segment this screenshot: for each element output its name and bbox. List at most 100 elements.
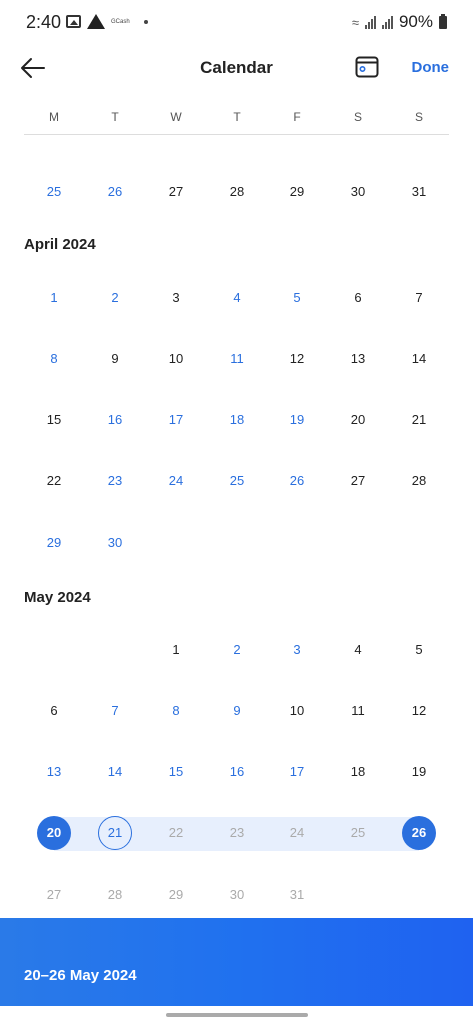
calendar-day[interactable]: 5 — [402, 632, 436, 666]
calendar-day[interactable]: 21 — [98, 815, 132, 850]
calendar-day[interactable]: 22 — [159, 816, 193, 850]
calendar-day[interactable]: 17 — [159, 403, 193, 437]
calendar-day[interactable]: 1 — [159, 632, 193, 666]
calendar-day[interactable]: 24 — [280, 816, 314, 850]
system-nav-bar — [0, 1006, 473, 1024]
calendar-day[interactable]: 18 — [220, 403, 254, 437]
weekday-label: F — [293, 110, 301, 124]
calendar-day[interactable]: 29 — [159, 877, 193, 911]
calendar-day[interactable]: 25 — [341, 816, 375, 850]
selected-range-label: 20–26 May 2024 — [24, 967, 137, 984]
page-title: Calendar — [200, 58, 273, 77]
warning-icon — [87, 14, 105, 29]
weekday-label: M — [49, 110, 59, 124]
calendar-day[interactable]: 15 — [37, 403, 71, 437]
calendar-day[interactable]: 23 — [220, 816, 254, 850]
calendar-day[interactable]: 28 — [220, 174, 254, 208]
calendar-day[interactable]: 13 — [37, 755, 71, 789]
calendar-today-icon[interactable] — [355, 55, 379, 79]
calendar-day[interactable]: 14 — [402, 341, 436, 375]
calendar-day[interactable]: 19 — [280, 403, 314, 437]
calendar-day[interactable]: 15 — [159, 755, 193, 789]
calendar-day[interactable]: 29 — [280, 174, 314, 208]
calendar-day[interactable]: 6 — [37, 693, 71, 727]
calendar-day[interactable]: 30 — [341, 174, 375, 208]
battery-icon — [439, 13, 447, 29]
calendar-day[interactable]: 7 — [402, 280, 436, 314]
calendar-day[interactable]: 11 — [220, 341, 254, 375]
calendar-day[interactable]: 24 — [159, 464, 193, 498]
calendar-day[interactable]: 6 — [341, 280, 375, 314]
calendar-day[interactable]: 31 — [280, 877, 314, 911]
footer-bar: 20–26 May 2024 — [0, 918, 473, 1006]
calendar-day[interactable]: 20 — [37, 815, 71, 850]
calendar-day[interactable]: 21 — [402, 403, 436, 437]
calendar-day[interactable]: 1 — [37, 280, 71, 314]
divider — [24, 134, 449, 135]
home-indicator[interactable] — [166, 1013, 308, 1017]
calendar-day[interactable]: 5 — [280, 280, 314, 314]
calendar-day[interactable]: 8 — [159, 693, 193, 727]
weekday-label: S — [414, 110, 423, 124]
calendar-day[interactable]: 25 — [37, 174, 71, 208]
weekday-label: T — [111, 110, 119, 124]
calendar-day[interactable]: 31 — [402, 174, 436, 208]
calendar-grid: 25 26 27 28 29 30 31 April 2024 1 2 3 4 5 6 7 8 9 10 11 12 1… — [0, 138, 473, 944]
calendar-day[interactable]: 16 — [220, 755, 254, 789]
weekday-header: M T W T F S S — [0, 94, 473, 138]
calendar-day[interactable]: 7 — [98, 693, 132, 727]
calendar-day[interactable]: 27 — [37, 877, 71, 911]
calendar-day[interactable]: 23 — [98, 464, 132, 498]
gallery-icon — [66, 15, 81, 28]
month-title: April 2024 — [24, 236, 96, 253]
calendar-day[interactable]: 2 — [98, 280, 132, 314]
calendar-day[interactable]: 8 — [37, 341, 71, 375]
calendar-day[interactable]: 10 — [280, 693, 314, 727]
calendar-day[interactable]: 30 — [220, 877, 254, 911]
calendar-day[interactable]: 16 — [98, 403, 132, 437]
calendar-day[interactable]: 14 — [98, 755, 132, 789]
calendar-day[interactable]: 10 — [159, 341, 193, 375]
done-button[interactable]: Done — [412, 59, 450, 76]
weekday-label: S — [353, 110, 362, 124]
wifi-icon: ≈ — [351, 14, 359, 30]
month-title: May 2024 — [24, 589, 91, 606]
notification-icons: GCash — [66, 14, 148, 29]
calendar-day[interactable]: 26 — [98, 174, 132, 208]
calendar-day[interactable]: 27 — [159, 174, 193, 208]
weekday-label: W — [170, 110, 182, 124]
more-notifications-dot-icon — [143, 19, 148, 24]
calendar-day[interactable]: 30 — [98, 525, 132, 559]
calendar-day[interactable]: 20 — [341, 403, 375, 437]
calendar-day[interactable]: 29 — [37, 525, 71, 559]
battery-percent: 90% — [398, 12, 433, 31]
calendar-day[interactable]: 19 — [402, 755, 436, 789]
calendar-day[interactable]: 28 — [98, 877, 132, 911]
calendar-day[interactable]: 25 — [220, 464, 254, 498]
status-bar: 2:40 GCash ≈ 90% — [0, 0, 473, 44]
weekday-label: T — [233, 110, 241, 124]
calendar-day[interactable]: 9 — [98, 341, 132, 375]
calendar-day[interactable]: 4 — [220, 280, 254, 314]
calendar-day[interactable]: 3 — [280, 632, 314, 666]
calendar-day[interactable]: 4 — [341, 632, 375, 666]
calendar-day[interactable]: 13 — [341, 341, 375, 375]
calendar-day[interactable]: 12 — [280, 341, 314, 375]
gcash-notification-label: GCash — [111, 18, 130, 25]
status-right: ≈ 90% — [352, 12, 447, 32]
calendar-day[interactable]: 27 — [341, 464, 375, 498]
calendar-day[interactable]: 22 — [37, 464, 71, 498]
calendar-day[interactable]: 11 — [341, 693, 375, 727]
signal-icon-2 — [381, 15, 393, 29]
calendar-day[interactable]: 3 — [159, 280, 193, 314]
calendar-day[interactable]: 26 — [280, 464, 314, 498]
app-header: Calendar Done — [0, 44, 473, 94]
signal-icon — [364, 15, 376, 29]
calendar-day[interactable]: 12 — [402, 693, 436, 727]
calendar-day[interactable]: 26 — [402, 815, 436, 850]
calendar-day[interactable]: 2 — [220, 632, 254, 666]
calendar-day[interactable]: 28 — [402, 464, 436, 498]
calendar-day[interactable]: 9 — [220, 693, 254, 727]
calendar-day[interactable]: 17 — [280, 755, 314, 789]
calendar-day[interactable]: 18 — [341, 755, 375, 789]
